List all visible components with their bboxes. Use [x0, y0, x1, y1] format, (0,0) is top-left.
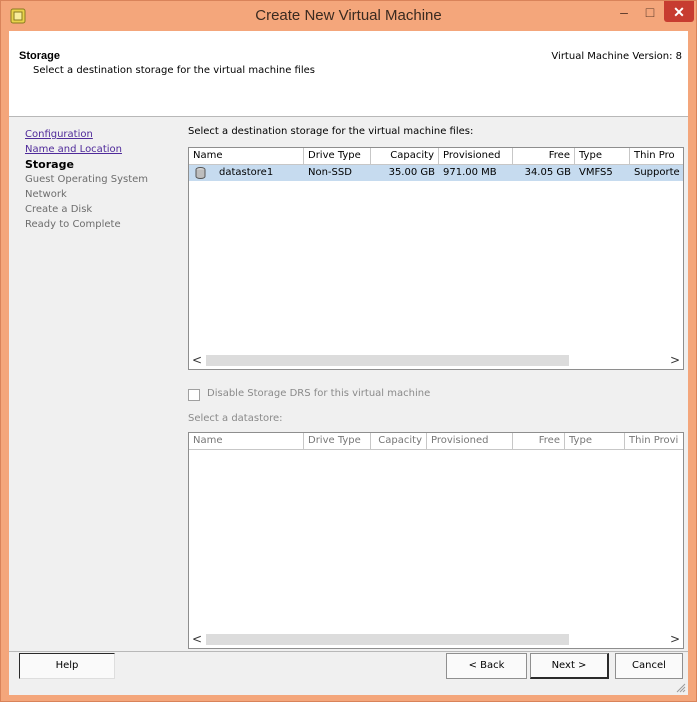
- column-header-capacity: Capacity: [371, 433, 427, 449]
- dialog-window: Create New Virtual Machine – □ ✕ Storage…: [0, 0, 697, 702]
- column-header-type[interactable]: Type: [575, 148, 630, 164]
- step-create-disk: Create a Disk: [25, 204, 93, 215]
- cell-drive-type: Non-SSD: [308, 167, 352, 178]
- table-header: Name Drive Type Capacity Provisioned Fre…: [189, 433, 683, 450]
- wizard-footer: Help < Back Next > Cancel: [9, 652, 688, 695]
- close-button[interactable]: ✕: [664, 1, 694, 22]
- resize-grip-icon[interactable]: [676, 683, 686, 693]
- next-button[interactable]: Next >: [530, 653, 609, 679]
- horizontal-scrollbar[interactable]: < >: [189, 631, 683, 648]
- storage-prompt: Select a destination storage for the vir…: [188, 126, 474, 137]
- help-button[interactable]: Help: [19, 653, 115, 679]
- cell-thin-provisioning: Supporte: [634, 167, 680, 178]
- column-header-name: Name: [189, 433, 304, 449]
- datastore-icon: [195, 167, 206, 179]
- column-header-thin-provisioning: Thin Provi: [629, 435, 679, 446]
- disable-drs-checkbox: [188, 389, 200, 401]
- datastore-table[interactable]: Name Drive Type Capacity Provisioned Fre…: [188, 147, 684, 370]
- window-title: Create New Virtual Machine: [255, 7, 442, 24]
- column-header-drive-type[interactable]: Drive Type: [304, 148, 371, 164]
- scroll-thumb[interactable]: [206, 355, 569, 366]
- cell-free: 34.05 GB: [524, 167, 571, 178]
- back-button[interactable]: < Back: [446, 653, 527, 679]
- step-network: Network: [25, 189, 67, 200]
- disable-drs-label: Disable Storage DRS for this virtual mac…: [207, 388, 431, 399]
- horizontal-scrollbar[interactable]: < >: [189, 352, 683, 369]
- datastore-select-table: Name Drive Type Capacity Provisioned Fre…: [188, 432, 684, 649]
- minimize-button[interactable]: –: [611, 1, 637, 23]
- page-subtitle: Select a destination storage for the vir…: [33, 65, 315, 76]
- maximize-button[interactable]: □: [637, 1, 663, 23]
- scroll-right-icon[interactable]: >: [667, 631, 683, 648]
- dialog-client: Storage Select a destination storage for…: [9, 31, 688, 695]
- select-datastore-label: Select a datastore:: [188, 413, 283, 424]
- column-header-thin-provisioning[interactable]: Thin Pro: [630, 148, 683, 164]
- cell-provisioned: 971.00 MB: [443, 167, 497, 178]
- column-header-provisioned[interactable]: Provisioned: [439, 148, 513, 164]
- step-guest-os: Guest Operating System: [25, 174, 149, 185]
- scroll-right-icon[interactable]: >: [667, 352, 683, 369]
- scroll-left-icon[interactable]: <: [189, 631, 205, 648]
- table-row[interactable]: datastore1 Non-SSD 35.00 GB 971.00 MB 34…: [189, 165, 683, 181]
- wizard-body: Configuration Name and Location Storage …: [9, 117, 688, 651]
- column-header-free: Free: [513, 433, 565, 449]
- step-configuration[interactable]: Configuration: [25, 127, 175, 142]
- cell-type: VMFS5: [579, 167, 613, 178]
- column-header-drive-type: Drive Type: [304, 433, 371, 449]
- scroll-left-icon[interactable]: <: [189, 352, 205, 369]
- column-header-provisioned: Provisioned: [427, 433, 513, 449]
- wizard-header: Storage Select a destination storage for…: [9, 31, 688, 108]
- wizard-steps: Configuration Name and Location Storage …: [25, 127, 175, 232]
- column-header-type: Type: [565, 433, 625, 449]
- column-header-capacity[interactable]: Capacity: [371, 148, 439, 164]
- column-header-free[interactable]: Free: [513, 148, 575, 164]
- column-header-name[interactable]: Name: [189, 148, 304, 164]
- vm-version-label: Virtual Machine Version: 8: [551, 51, 682, 62]
- scroll-thumb[interactable]: [206, 634, 569, 645]
- cell-capacity: 35.00 GB: [388, 167, 435, 178]
- cancel-button[interactable]: Cancel: [615, 653, 683, 679]
- title-bar[interactable]: Create New Virtual Machine – □ ✕: [1, 1, 696, 31]
- step-storage: Storage: [25, 158, 74, 171]
- page-title: Storage: [19, 50, 60, 62]
- step-ready-to-complete: Ready to Complete: [25, 219, 121, 230]
- table-header: Name Drive Type Capacity Provisioned Fre…: [189, 148, 683, 165]
- cell-name: datastore1: [219, 167, 274, 178]
- step-name-and-location[interactable]: Name and Location: [25, 142, 175, 157]
